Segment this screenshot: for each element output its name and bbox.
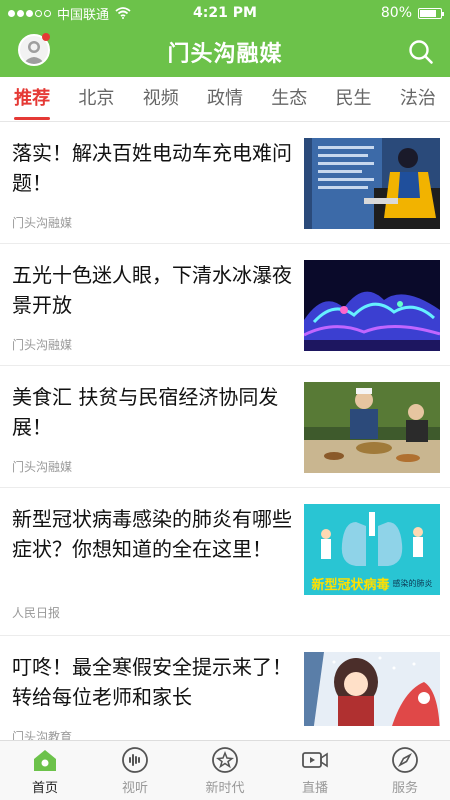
audio-wave-icon xyxy=(122,746,148,773)
nav-label: 服务 xyxy=(391,780,418,796)
list-item[interactable]: 落实！解决百姓电动车充电难问题！ 门头沟融媒 xyxy=(0,122,450,244)
article-thumbnail xyxy=(304,138,440,229)
star-badge-icon xyxy=(212,746,238,773)
nav-new-era[interactable]: 新时代 xyxy=(180,741,270,800)
tab-law[interactable]: 法治 xyxy=(386,77,450,122)
status-bar: 中国联通 4:21 PM 80% xyxy=(0,0,450,26)
article-headline: 新型冠状病毒感染的肺炎有哪些症状？你想知道的全在这里！ xyxy=(12,507,292,561)
app-title: 门头沟融媒 xyxy=(167,41,283,67)
status-time: 4:21 PM xyxy=(193,5,257,21)
nav-label: 直播 xyxy=(301,780,328,796)
tab-video[interactable]: 视频 xyxy=(129,77,193,122)
video-icon xyxy=(302,751,328,768)
list-item[interactable]: 新型冠状病毒感染的肺炎有哪些症状？你想知道的全在这里！ 人民日报 新型冠状病毒 … xyxy=(0,488,450,636)
notification-dot xyxy=(42,33,50,41)
list-item[interactable]: 叮咚！最全寒假安全提示来了！转给每位老师和家长 门头沟教育 xyxy=(0,636,450,740)
tab-ecology[interactable]: 生态 xyxy=(257,77,321,122)
article-source: 人民日报 xyxy=(12,606,61,620)
article-source: 门头沟融媒 xyxy=(12,460,73,474)
nav-live[interactable]: 直播 xyxy=(270,741,360,800)
news-list: 落实！解决百姓电动车充电难问题！ 门头沟融媒 五光十色迷人眼，下清水冰瀑夜景开放 xyxy=(0,122,450,740)
article-source: 门头沟融媒 xyxy=(12,338,73,352)
tab-politics[interactable]: 政情 xyxy=(193,77,257,122)
nav-label: 首页 xyxy=(31,780,58,796)
article-headline: 美食汇 扶贫与民宿经济协同发展！ xyxy=(12,385,279,439)
article-thumbnail xyxy=(304,652,440,740)
nav-audio-video[interactable]: 视听 xyxy=(90,741,180,800)
nav-services[interactable]: 服务 xyxy=(360,741,450,800)
article-source: 门头沟融媒 xyxy=(12,216,73,230)
article-headline: 叮咚！最全寒假安全提示来了！转给每位老师和家长 xyxy=(12,655,292,709)
nav-label: 新时代 xyxy=(205,780,245,796)
article-headline: 五光十色迷人眼，下清水冰瀑夜景开放 xyxy=(12,263,292,317)
article-thumbnail: 新型冠状病毒 感染的肺炎 xyxy=(304,504,440,595)
battery-icon xyxy=(418,7,444,19)
tab-livelihood[interactable]: 民生 xyxy=(321,77,385,122)
thumbnail-caption: 新型冠状病毒 感染的肺炎 xyxy=(304,572,440,595)
article-thumbnail xyxy=(304,260,440,351)
category-tabs: 推荐 北京 视频 政情 生态 民生 法治 xyxy=(0,77,450,122)
top-bar: 中国联通 4:21 PM 80% 门头沟融媒 xyxy=(0,0,450,77)
nav-label: 视听 xyxy=(121,780,148,796)
tab-recommend[interactable]: 推荐 xyxy=(0,77,64,122)
search-icon[interactable] xyxy=(408,39,434,65)
article-thumbnail xyxy=(304,382,440,473)
list-item[interactable]: 五光十色迷人眼，下清水冰瀑夜景开放 门头沟融媒 xyxy=(0,244,450,366)
article-headline: 落实！解决百姓电动车充电难问题！ xyxy=(12,141,292,195)
home-icon xyxy=(34,749,56,771)
bottom-nav: 首页 视听 新时代 直播 服务 xyxy=(0,740,450,800)
compass-icon xyxy=(392,746,418,773)
article-source: 门头沟教育 xyxy=(12,730,73,740)
list-item[interactable]: 美食汇 扶贫与民宿经济协同发展！ 门头沟融媒 xyxy=(0,366,450,488)
tab-beijing[interactable]: 北京 xyxy=(64,77,128,122)
nav-home[interactable]: 首页 xyxy=(0,741,90,800)
app-header: 门头沟融媒 xyxy=(0,26,450,77)
